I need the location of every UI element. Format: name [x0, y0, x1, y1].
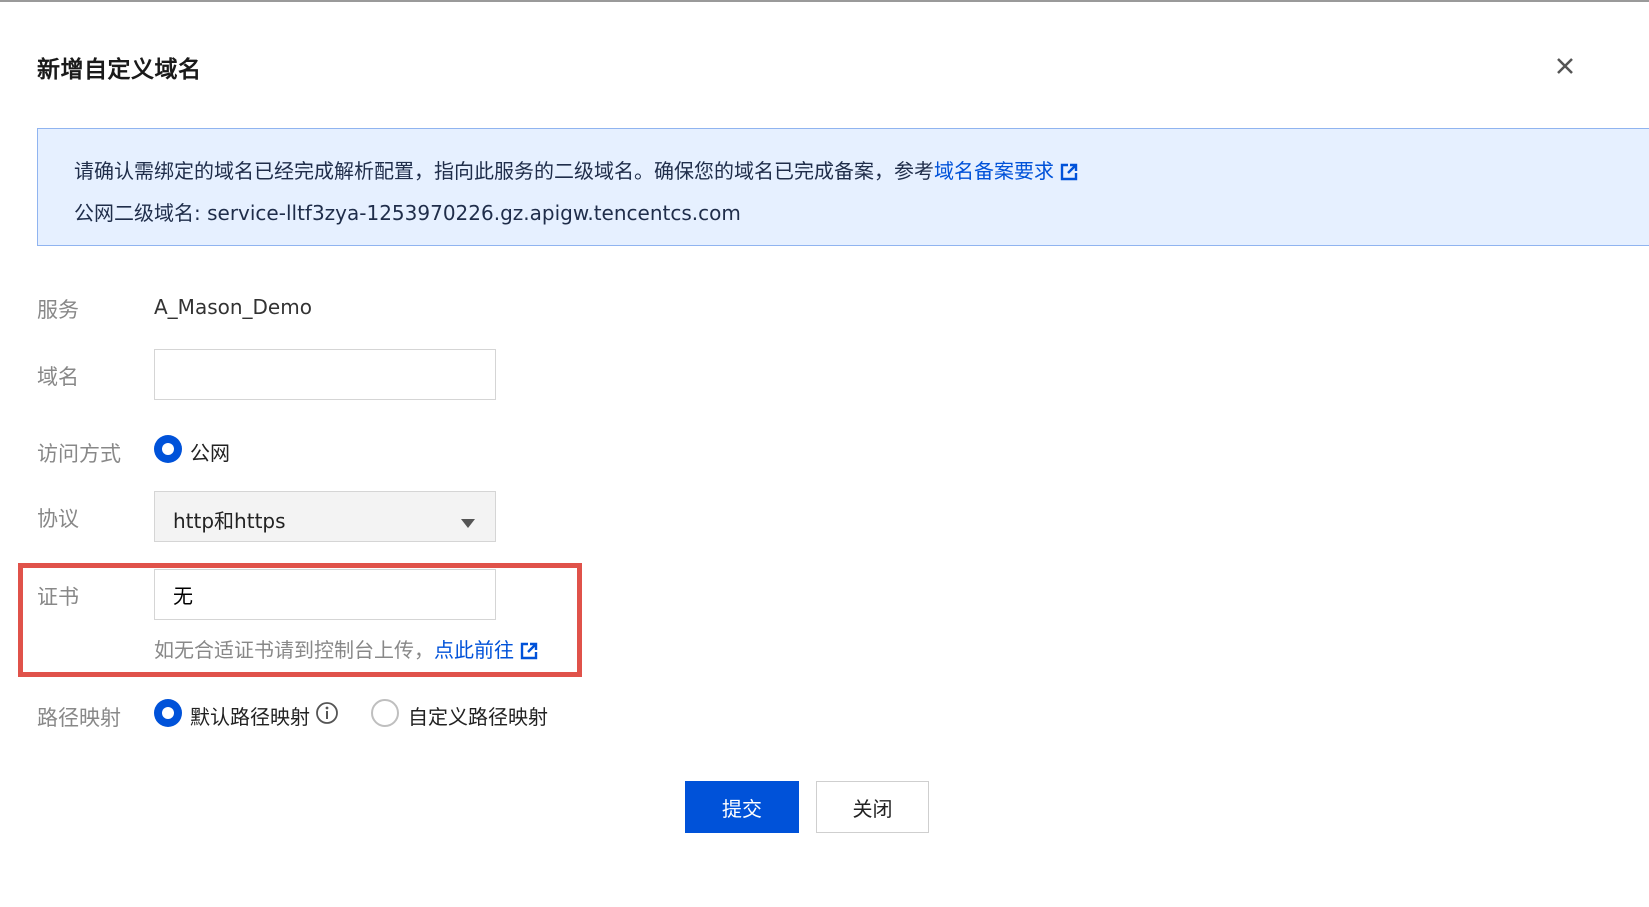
- service-value: A_Mason_Demo: [154, 295, 312, 319]
- close-button[interactable]: 关闭: [816, 781, 929, 833]
- cert-input[interactable]: [154, 569, 496, 620]
- domain-input[interactable]: [154, 349, 496, 400]
- radio-public-network-label[interactable]: 公网: [190, 437, 230, 466]
- cert-hint-text: 如无合适证书请到控制台上传，: [154, 638, 434, 662]
- submit-button[interactable]: 提交: [685, 781, 799, 833]
- access-label: 访问方式: [37, 442, 121, 466]
- dialog-title: 新增自定义域名: [37, 57, 202, 83]
- protocol-select[interactable]: http和https: [154, 491, 496, 542]
- notice-text: 请确认需绑定的域名已经完成解析配置，指向此服务的二级域名。确保您的域名已完成备案…: [74, 159, 934, 183]
- info-icon[interactable]: [315, 701, 339, 725]
- domain-label: 域名: [37, 365, 79, 389]
- public-subdomain-text: 公网二级域名: service-lltf3zya-1253970226.gz.a…: [74, 201, 741, 225]
- radio-custom-path-mapping[interactable]: [371, 699, 399, 727]
- radio-default-path-mapping-label[interactable]: 默认路径映射: [190, 701, 310, 730]
- domain-filing-link[interactable]: 域名备案要求: [934, 159, 1054, 183]
- radio-public-network[interactable]: [154, 435, 182, 463]
- radio-custom-path-mapping-label[interactable]: 自定义路径映射: [408, 701, 548, 730]
- external-link-icon[interactable]: [1060, 162, 1078, 186]
- cert-console-link[interactable]: 点此前往: [434, 638, 514, 662]
- service-label: 服务: [37, 298, 79, 322]
- external-link-icon[interactable]: [520, 641, 538, 665]
- close-icon[interactable]: [1552, 52, 1576, 80]
- info-notice: 请确认需绑定的域名已经完成解析配置，指向此服务的二级域名。确保您的域名已完成备案…: [37, 128, 1649, 246]
- notice-line-1: 请确认需绑定的域名已经完成解析配置，指向此服务的二级域名。确保您的域名已完成备案…: [74, 155, 1078, 186]
- radio-default-path-mapping[interactable]: [154, 699, 182, 727]
- cert-hint: 如无合适证书请到控制台上传，点此前往: [154, 634, 538, 665]
- protocol-label: 协议: [37, 507, 79, 531]
- top-divider: [0, 0, 1649, 2]
- protocol-select-value: http和https: [173, 509, 286, 533]
- path-mapping-label: 路径映射: [37, 706, 121, 730]
- cert-label: 证书: [37, 585, 79, 609]
- caret-down-icon: [461, 513, 475, 532]
